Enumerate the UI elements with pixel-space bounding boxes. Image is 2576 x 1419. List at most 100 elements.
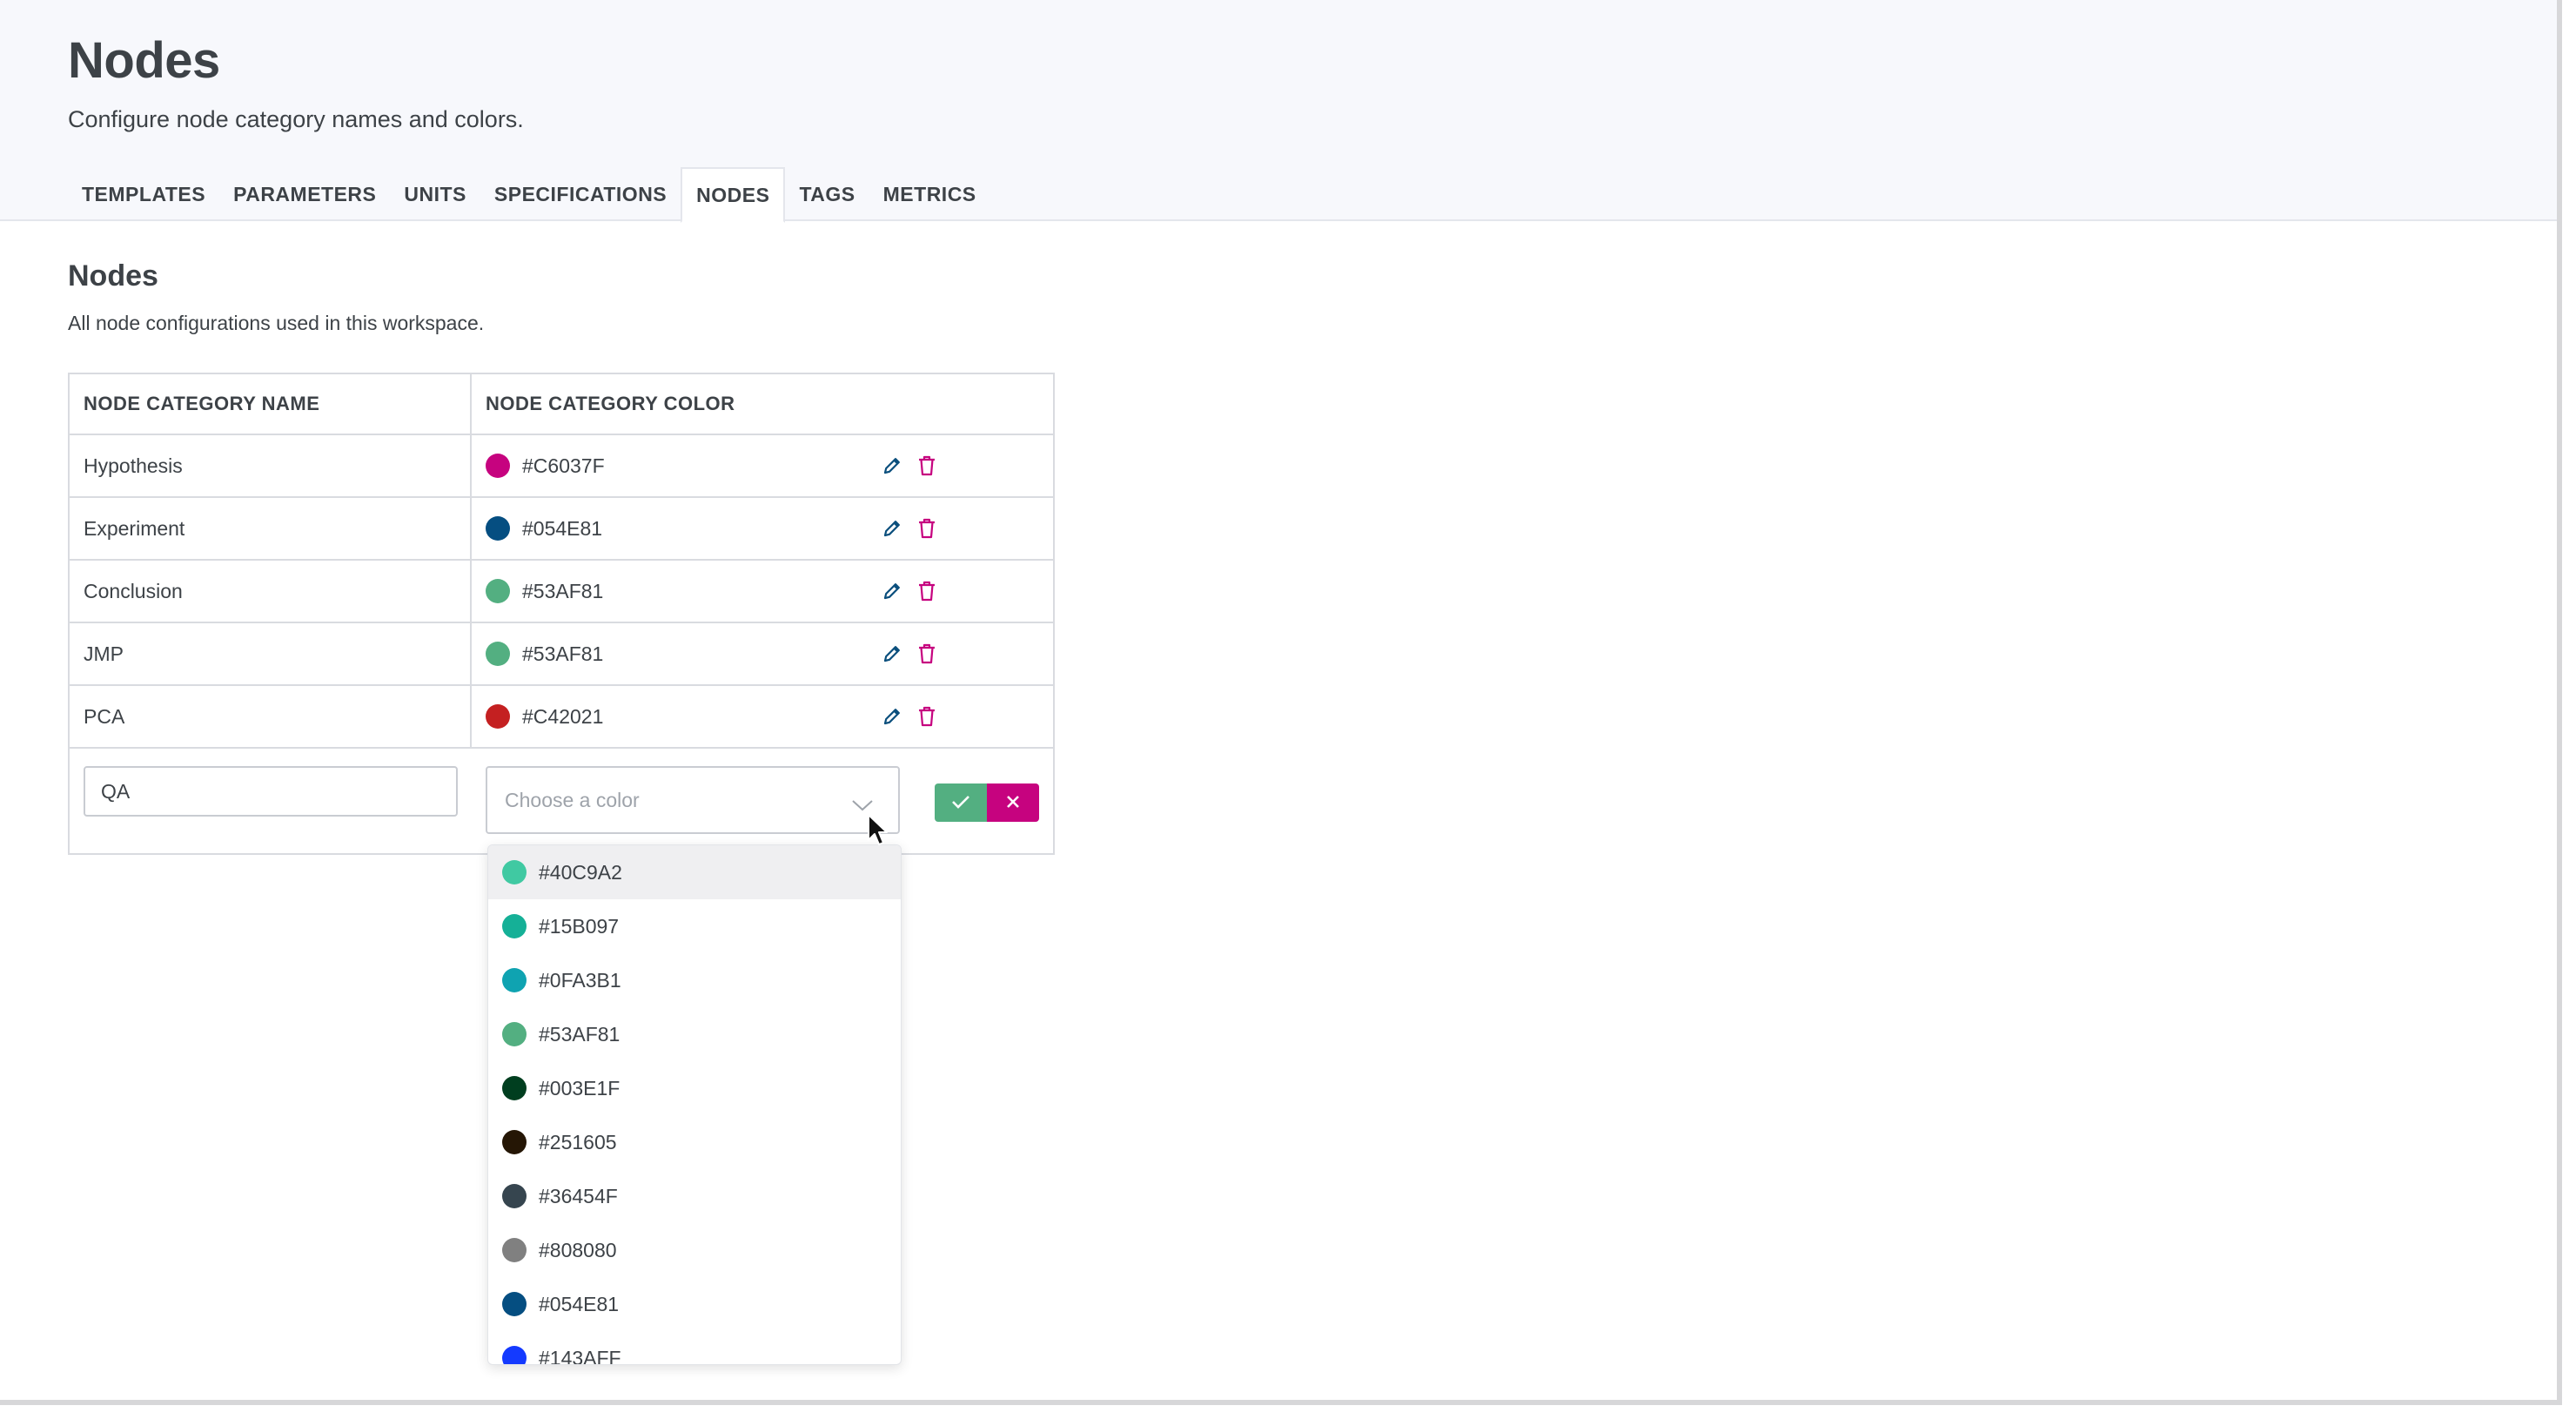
color-swatch xyxy=(486,579,510,603)
color-hex: #C6037F xyxy=(522,454,605,477)
color-swatch xyxy=(502,1076,527,1100)
node-category-name: Experiment xyxy=(70,498,472,559)
node-category-color: #53AF81 xyxy=(472,561,1053,622)
tab-units[interactable]: UNITS xyxy=(390,167,480,221)
table-row: Experiment #054E81 xyxy=(70,498,1053,561)
color-option[interactable]: #40C9A2 xyxy=(488,845,901,899)
close-icon xyxy=(1005,791,1021,815)
new-node-name-cell xyxy=(70,749,472,853)
color-swatch xyxy=(486,454,510,478)
color-hex: #53AF81 xyxy=(522,579,604,602)
tab-metrics[interactable]: METRICS xyxy=(869,167,990,221)
color-option-label: #36454F xyxy=(539,1184,618,1207)
tab-nodes[interactable]: NODES xyxy=(681,167,786,223)
table-row: JMP #53AF81 xyxy=(70,623,1053,686)
trash-icon[interactable] xyxy=(916,580,938,602)
pencil-icon[interactable] xyxy=(881,580,903,602)
color-option-label: #0FA3B1 xyxy=(539,968,621,992)
color-select-placeholder: Choose a color xyxy=(505,788,640,811)
color-option[interactable]: #054E81 xyxy=(488,1277,901,1331)
color-option-label: #251605 xyxy=(539,1130,617,1153)
section-title: Nodes xyxy=(68,259,158,293)
color-option-label: #15B097 xyxy=(539,914,620,938)
color-option-label: #003E1F xyxy=(539,1076,621,1100)
color-hex: #53AF81 xyxy=(522,642,604,665)
table-header-row: NODE CATEGORY NAME NODE CATEGORY COLOR xyxy=(70,374,1053,435)
color-swatch xyxy=(502,1022,527,1046)
tab-bar: TEMPLATES PARAMETERS UNITS SPECIFICATION… xyxy=(68,167,990,223)
tab-parameters[interactable]: PARAMETERS xyxy=(219,167,390,221)
trash-icon[interactable] xyxy=(916,705,938,728)
color-option-label: #40C9A2 xyxy=(539,860,622,884)
color-option[interactable]: #0FA3B1 xyxy=(488,953,901,1007)
node-category-color: #054E81 xyxy=(472,498,1053,559)
table-row: PCA #C42021 xyxy=(70,686,1053,749)
color-swatch xyxy=(502,1238,527,1262)
table-row: Hypothesis #C6037F xyxy=(70,435,1053,498)
page-subtitle: Configure node category names and colors… xyxy=(68,106,524,132)
new-node-color-cell: Choose a color xyxy=(472,749,1053,853)
column-header-color: NODE CATEGORY COLOR xyxy=(486,393,735,414)
color-option-label: #143AFF xyxy=(539,1346,621,1365)
mouse-pointer-icon xyxy=(867,813,889,852)
color-swatch xyxy=(486,704,510,729)
confirm-button[interactable] xyxy=(935,783,987,822)
tab-templates[interactable]: TEMPLATES xyxy=(68,167,219,221)
node-category-name: PCA xyxy=(70,686,472,747)
node-name-input[interactable] xyxy=(84,766,458,817)
section-description: All node configurations used in this wor… xyxy=(68,312,485,334)
color-option[interactable]: #143AFF xyxy=(488,1331,901,1365)
color-option[interactable]: #808080 xyxy=(488,1223,901,1277)
confirm-cancel-group xyxy=(935,783,1039,822)
color-select[interactable]: Choose a color xyxy=(486,766,900,834)
new-node-row: Choose a color xyxy=(70,749,1053,853)
tab-tags[interactable]: TAGS xyxy=(785,167,869,221)
cancel-button[interactable] xyxy=(987,783,1039,822)
color-swatch xyxy=(502,914,527,938)
color-swatch xyxy=(486,516,510,541)
color-swatch xyxy=(486,642,510,666)
color-swatch xyxy=(502,1184,527,1208)
row-actions xyxy=(881,686,938,747)
pencil-icon[interactable] xyxy=(881,517,903,540)
color-option[interactable]: #003E1F xyxy=(488,1061,901,1115)
table-row: Conclusion #53AF81 xyxy=(70,561,1053,623)
row-actions xyxy=(881,623,938,684)
node-category-name: JMP xyxy=(70,623,472,684)
page-header: Nodes Configure node category names and … xyxy=(0,0,2557,223)
page: Nodes Configure node category names and … xyxy=(0,0,2576,1419)
color-swatch xyxy=(502,860,527,884)
color-hex: #C42021 xyxy=(522,704,604,728)
node-category-color: #53AF81 xyxy=(472,623,1053,684)
column-header-name: NODE CATEGORY NAME xyxy=(70,374,472,434)
color-option[interactable]: #53AF81 xyxy=(488,1007,901,1061)
trash-icon[interactable] xyxy=(916,642,938,665)
node-category-name: Conclusion xyxy=(70,561,472,622)
color-option-label: #808080 xyxy=(539,1238,617,1261)
color-swatch xyxy=(502,1346,527,1364)
color-option[interactable]: #251605 xyxy=(488,1115,901,1169)
color-swatch xyxy=(502,1292,527,1316)
trash-icon[interactable] xyxy=(916,517,938,540)
trash-icon[interactable] xyxy=(916,454,938,477)
node-category-name: Hypothesis xyxy=(70,435,472,496)
app-window: Nodes Configure node category names and … xyxy=(0,0,2562,1405)
color-option[interactable]: #36454F xyxy=(488,1169,901,1223)
pencil-icon[interactable] xyxy=(881,454,903,477)
color-hex: #054E81 xyxy=(522,516,603,540)
row-actions xyxy=(881,498,938,559)
page-title: Nodes xyxy=(68,32,220,89)
check-icon xyxy=(951,791,970,815)
row-actions xyxy=(881,561,938,622)
color-option-label: #53AF81 xyxy=(539,1022,621,1046)
pencil-icon[interactable] xyxy=(881,705,903,728)
color-swatch xyxy=(502,968,527,992)
node-category-color: #C42021 xyxy=(472,686,1053,747)
color-option[interactable]: #15B097 xyxy=(488,899,901,953)
node-category-color: #C6037F xyxy=(472,435,1053,496)
pencil-icon[interactable] xyxy=(881,642,903,665)
node-category-table: NODE CATEGORY NAME NODE CATEGORY COLOR H… xyxy=(68,373,1055,855)
color-dropdown-menu: #40C9A2 #15B097 #0FA3B1 #53AF81 #003E1F … xyxy=(487,844,902,1365)
color-swatch xyxy=(502,1130,527,1154)
tab-specifications[interactable]: SPECIFICATIONS xyxy=(480,167,681,221)
